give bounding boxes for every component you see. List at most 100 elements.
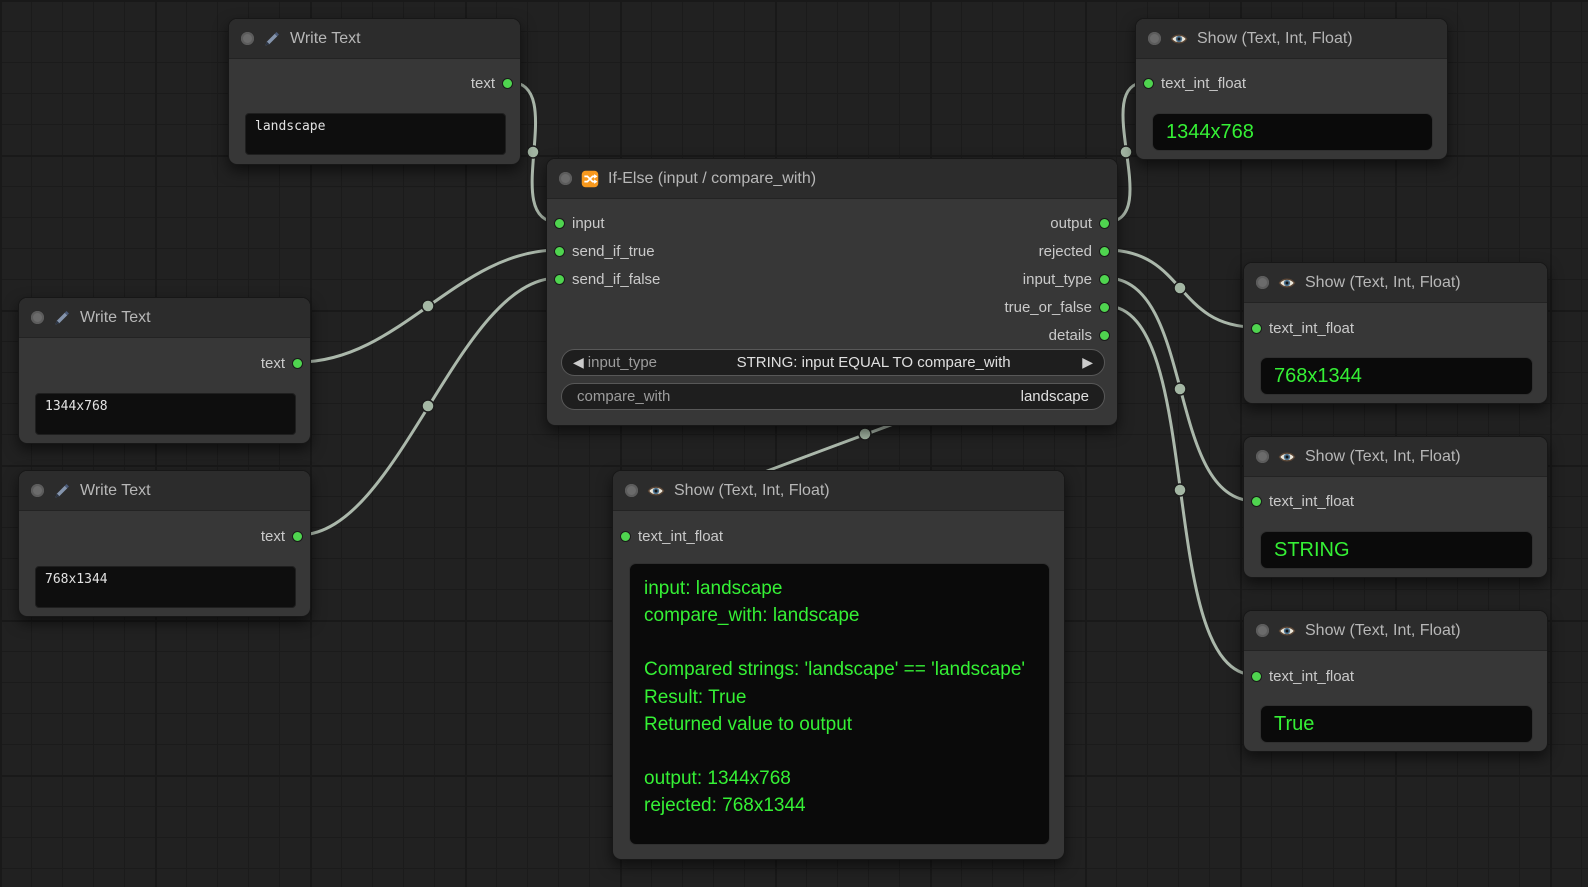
output-slot-true-or-false: true_or_false: [1004, 297, 1110, 317]
node-header[interactable]: Show (Text, Int, Float): [1244, 437, 1547, 477]
output-dot[interactable]: [1099, 274, 1110, 285]
input-dot[interactable]: [1251, 496, 1262, 507]
wire-midpoint-dot: [1120, 146, 1132, 158]
collapse-toggle[interactable]: [559, 172, 572, 185]
wire-midpoint-dot: [1174, 383, 1186, 395]
text-widget[interactable]: 1344x768: [35, 393, 296, 435]
combo-label: input_type: [588, 354, 657, 371]
value-display: STRING: [1260, 531, 1533, 569]
eye-icon: [647, 482, 665, 500]
node-write-text-bot[interactable]: Write Text text 768x1344: [18, 470, 311, 617]
collapse-toggle[interactable]: [1148, 32, 1161, 45]
output-dot[interactable]: [1099, 218, 1110, 229]
input-slot-text-int-float: text_int_float: [1251, 318, 1354, 338]
node-show-right-1[interactable]: Show (Text, Int, Float) text_int_float 7…: [1243, 262, 1548, 404]
shuffle-icon: [581, 170, 599, 188]
node-show-center[interactable]: Show (Text, Int, Float) text_int_float i…: [612, 470, 1065, 860]
collapse-toggle[interactable]: [241, 32, 254, 45]
input-slot-text-int-float: text_int_float: [1251, 491, 1354, 511]
node-show-right-3[interactable]: Show (Text, Int, Float) text_int_float T…: [1243, 610, 1548, 752]
field-widget-compare-with[interactable]: compare_with landscape: [561, 383, 1105, 410]
input-slot-text-int-float: text_int_float: [620, 526, 723, 546]
node-if-else[interactable]: If-Else (input / compare_with) input sen…: [546, 158, 1118, 426]
combo-next-arrow[interactable]: ▶: [1082, 354, 1093, 371]
node-header[interactable]: Show (Text, Int, Float): [1136, 19, 1447, 59]
text-widget[interactable]: landscape: [245, 113, 506, 155]
node-header[interactable]: Show (Text, Int, Float): [1244, 263, 1547, 303]
node-title: Write Text: [290, 30, 361, 48]
input-dot[interactable]: [554, 218, 565, 229]
value-display: 768x1344: [1260, 357, 1533, 395]
eye-icon: [1170, 30, 1188, 48]
node-header[interactable]: Write Text: [19, 471, 310, 511]
input-dot[interactable]: [1143, 78, 1154, 89]
wire-midpoint-dot: [527, 146, 539, 158]
slot-label: text: [261, 355, 285, 372]
output-slot-text: text: [471, 73, 513, 93]
pen-icon: [53, 309, 71, 327]
node-header[interactable]: Show (Text, Int, Float): [1244, 611, 1547, 651]
value-display: input: landscape compare_with: landscape…: [629, 563, 1050, 845]
output-dot[interactable]: [1099, 302, 1110, 313]
slot-label: output: [1050, 215, 1092, 232]
slot-label: text_int_float: [638, 528, 723, 545]
output-dot[interactable]: [1099, 246, 1110, 257]
node-write-text-top[interactable]: Write Text text landscape: [228, 18, 521, 165]
eye-icon: [1278, 274, 1296, 292]
node-write-text-mid[interactable]: Write Text text 1344x768: [18, 297, 311, 444]
slot-label: text: [261, 528, 285, 545]
combo-prev-arrow[interactable]: ◀: [573, 354, 584, 371]
wire-midpoint-dot: [422, 300, 434, 312]
wire-midpoint-dot: [1174, 282, 1186, 294]
input-dot[interactable]: [620, 531, 631, 542]
slot-label: text_int_float: [1269, 668, 1354, 685]
slot-label: text_int_float: [1161, 75, 1246, 92]
output-dot[interactable]: [1099, 330, 1110, 341]
output-dot[interactable]: [292, 358, 303, 369]
output-slot-text: text: [261, 353, 303, 373]
value-display: 1344x768: [1152, 113, 1433, 151]
wire-midpoint-dot: [422, 400, 434, 412]
output-slot-input-type: input_type: [1023, 269, 1110, 289]
output-dot[interactable]: [292, 531, 303, 542]
node-header[interactable]: Show (Text, Int, Float): [613, 471, 1064, 511]
node-graph-canvas[interactable]: { "colors": { "wire": "#b7c6b7", "slot_d…: [0, 0, 1588, 887]
output-dot[interactable]: [502, 78, 513, 89]
eye-icon: [1278, 448, 1296, 466]
slot-label: rejected: [1039, 243, 1092, 260]
slot-label: send_if_false: [572, 271, 660, 288]
collapse-toggle[interactable]: [31, 311, 44, 324]
node-show-top-right[interactable]: Show (Text, Int, Float) text_int_float 1…: [1135, 18, 1448, 160]
combo-value: STRING: input EQUAL TO compare_with: [665, 354, 1082, 371]
input-slot-text-int-float: text_int_float: [1143, 73, 1246, 93]
wire-midpoint-dot: [859, 428, 871, 440]
collapse-toggle[interactable]: [1256, 276, 1269, 289]
text-widget[interactable]: 768x1344: [35, 566, 296, 608]
node-title: Show (Text, Int, Float): [1305, 448, 1461, 466]
node-title: Show (Text, Int, Float): [1197, 30, 1353, 48]
input-dot[interactable]: [1251, 323, 1262, 334]
slot-label: text_int_float: [1269, 493, 1354, 510]
field-label: compare_with: [577, 388, 670, 405]
collapse-toggle[interactable]: [31, 484, 44, 497]
output-slot-details: details: [1049, 325, 1110, 345]
slot-label: input: [572, 215, 605, 232]
output-slot-text: text: [261, 526, 303, 546]
collapse-toggle[interactable]: [1256, 624, 1269, 637]
node-show-right-2[interactable]: Show (Text, Int, Float) text_int_float S…: [1243, 436, 1548, 578]
node-title: Show (Text, Int, Float): [1305, 274, 1461, 292]
input-dot[interactable]: [554, 274, 565, 285]
node-header[interactable]: Write Text: [19, 298, 310, 338]
combo-widget-input-type[interactable]: ◀ input_type STRING: input EQUAL TO comp…: [561, 349, 1105, 376]
collapse-toggle[interactable]: [1256, 450, 1269, 463]
input-dot[interactable]: [554, 246, 565, 257]
node-header[interactable]: Write Text: [229, 19, 520, 59]
node-header[interactable]: If-Else (input / compare_with): [547, 159, 1117, 199]
collapse-toggle[interactable]: [625, 484, 638, 497]
output-slot-rejected: rejected: [1039, 241, 1110, 261]
eye-icon: [1278, 622, 1296, 640]
field-value: landscape: [1021, 388, 1093, 405]
pen-icon: [263, 30, 281, 48]
slot-label: details: [1049, 327, 1092, 344]
input-dot[interactable]: [1251, 671, 1262, 682]
